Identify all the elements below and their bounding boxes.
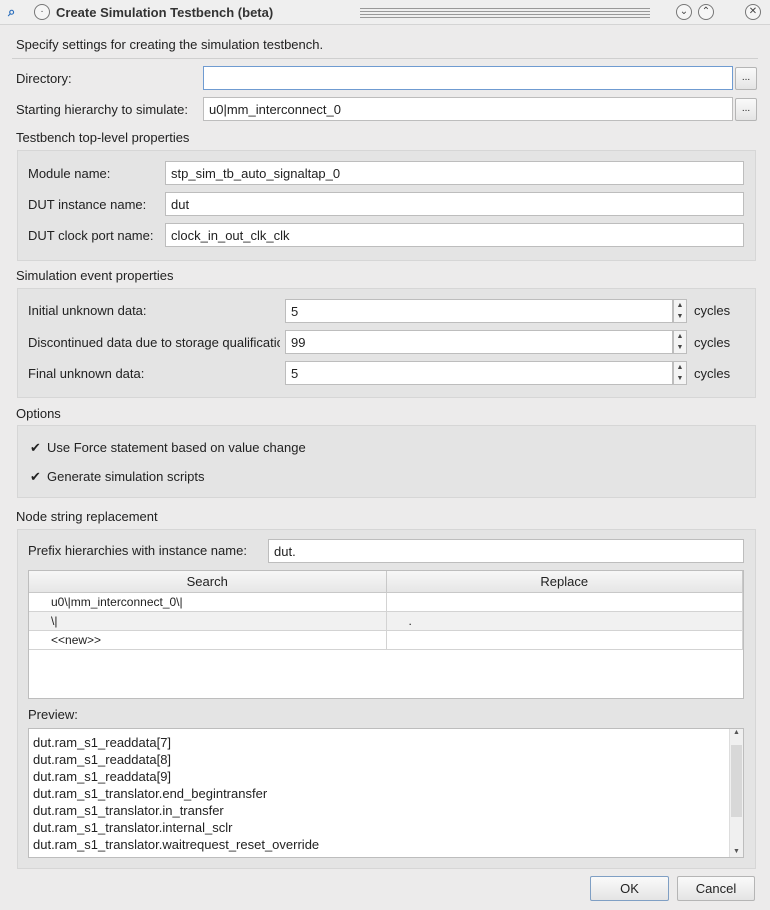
replacement-table: Search Replace u0\|mm_interconnect_0\| \|…: [28, 570, 744, 699]
clock-port-label: DUT clock port name:: [28, 228, 154, 243]
use-force-checkbox[interactable]: ✔: [30, 441, 43, 454]
options-heading: Options: [16, 406, 61, 421]
close-button[interactable]: ✕: [745, 4, 761, 20]
preview-scrollbar[interactable]: ▲ ▼: [729, 729, 743, 857]
dut-instance-label: DUT instance name:: [28, 197, 147, 212]
testbench-heading: Testbench top-level properties: [16, 130, 190, 145]
generate-scripts-label[interactable]: Generate simulation scripts: [47, 469, 205, 484]
discontinued-data-spinner[interactable]: ▲ ▼: [673, 330, 687, 354]
options-panel: [17, 425, 756, 498]
table-row[interactable]: \|.: [29, 611, 743, 631]
cycles-unit: cycles: [694, 335, 731, 350]
divider: [12, 58, 758, 59]
prefix-input[interactable]: dut.: [268, 539, 744, 563]
app-icon: ⌕: [8, 4, 16, 19]
clock-port-input[interactable]: clock_in_out_clk_clk: [165, 223, 744, 247]
window-menu-button[interactable]: ·: [34, 4, 50, 20]
scroll-down-arrow-icon[interactable]: ▼: [733, 848, 740, 855]
hierarchy-label: Starting hierarchy to simulate:: [16, 102, 188, 117]
initial-unknown-input[interactable]: 5: [285, 299, 673, 323]
search-cell[interactable]: u0\|mm_interconnect_0\|: [29, 592, 387, 612]
preview-item: dut.ram_s1_translator.internal_sclr: [33, 820, 233, 835]
title-bar-grip: [360, 8, 650, 18]
simulation-heading: Simulation event properties: [16, 268, 174, 283]
dut-instance-input[interactable]: dut: [165, 192, 744, 216]
hierarchy-browse-button[interactable]: ...: [735, 98, 757, 121]
search-cell[interactable]: \|: [29, 611, 387, 631]
table-row[interactable]: u0\|mm_interconnect_0\|: [29, 592, 743, 612]
prefix-label: Prefix hierarchies with instance name:: [28, 543, 247, 558]
directory-input[interactable]: [203, 66, 733, 90]
preview-item: dut.ram_s1_translator.end_begintransfer: [33, 786, 268, 801]
hierarchy-input[interactable]: u0|mm_interconnect_0: [203, 97, 733, 121]
search-cell[interactable]: <<new>>: [29, 630, 387, 650]
replace-cell[interactable]: .: [386, 611, 743, 631]
preview-item: dut.ram_s1_translator.in_transfer: [33, 803, 224, 818]
preview-item: dut.ram_s1_readdata[7]: [33, 735, 172, 750]
column-header-replace[interactable]: Replace: [386, 571, 743, 593]
cancel-button[interactable]: Cancel: [677, 876, 755, 901]
discontinued-data-input[interactable]: 99: [285, 330, 673, 354]
table-row[interactable]: <<new>>: [29, 630, 743, 650]
maximize-button[interactable]: ⌃: [698, 4, 714, 20]
replace-cell[interactable]: [386, 592, 743, 612]
cycles-unit: cycles: [694, 303, 731, 318]
discontinued-data-label: Discontinued data due to storage qualifi…: [28, 335, 280, 350]
preview-list[interactable]: dut.ram_s1_readdata[7] dut.ram_s1_readda…: [28, 728, 744, 858]
final-unknown-input[interactable]: 5: [285, 361, 673, 385]
preview-item: dut.ram_s1_readdata[9]: [33, 769, 172, 784]
final-unknown-spinner[interactable]: ▲ ▼: [673, 361, 687, 385]
module-name-label: Module name:: [28, 166, 111, 181]
directory-label: Directory:: [16, 71, 72, 86]
generate-scripts-checkbox[interactable]: ✔: [30, 470, 43, 483]
ok-button[interactable]: OK: [590, 876, 669, 901]
column-header-search[interactable]: Search: [29, 571, 387, 593]
title-bar: ⌕ · Create Simulation Testbench (beta) ⌄…: [0, 0, 770, 25]
use-force-label[interactable]: Use Force statement based on value chang…: [47, 440, 306, 455]
scrollbar-thumb[interactable]: [731, 745, 742, 817]
description-text: Specify settings for creating the simula…: [16, 37, 324, 52]
replace-cell[interactable]: [386, 630, 743, 650]
preview-label: Preview:: [28, 707, 78, 722]
window-title: Create Simulation Testbench (beta): [56, 5, 274, 20]
cycles-unit: cycles: [694, 366, 731, 381]
preview-item: dut.ram_s1_translator.waitrequest_reset_…: [33, 837, 320, 852]
preview-item: dut.ram_s1_readdata[8]: [33, 752, 172, 767]
node-replacement-heading: Node string replacement: [16, 509, 158, 524]
directory-browse-button[interactable]: ...: [735, 67, 757, 90]
initial-unknown-label: Initial unknown data:: [28, 303, 147, 318]
minimize-button[interactable]: ⌄: [676, 4, 692, 20]
module-name-input[interactable]: stp_sim_tb_auto_signaltap_0: [165, 161, 744, 185]
scroll-up-arrow-icon[interactable]: ▲: [730, 729, 743, 736]
final-unknown-label: Final unknown data:: [28, 366, 145, 381]
initial-unknown-spinner[interactable]: ▲ ▼: [673, 299, 687, 323]
